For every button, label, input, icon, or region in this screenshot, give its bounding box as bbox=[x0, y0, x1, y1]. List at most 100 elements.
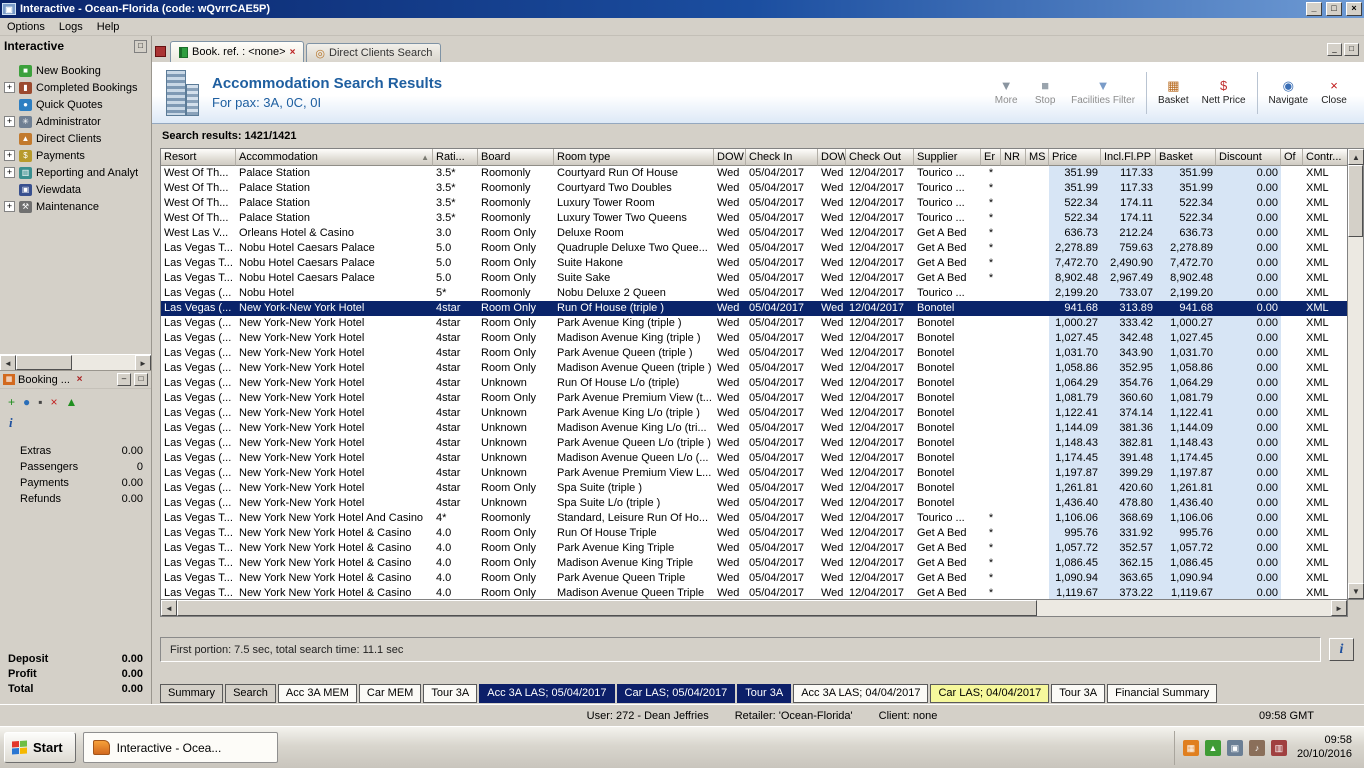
expand-plus-icon[interactable]: + bbox=[4, 82, 15, 93]
bottom-tab-car-las-05-04-2017-6[interactable]: Car LAS; 05/04/2017 bbox=[617, 684, 736, 703]
table-row[interactable]: West Of Th...Palace Station3.5*RoomonlyC… bbox=[161, 181, 1347, 196]
column-header-contr[interactable]: Contr... bbox=[1303, 149, 1348, 166]
table-row-selected[interactable]: Las Vegas (...New York-New York Hotel4st… bbox=[161, 301, 1347, 316]
booking-maximize-button[interactable]: □ bbox=[134, 373, 148, 386]
scrollbar-track[interactable] bbox=[72, 355, 135, 370]
scroll-left-icon[interactable]: ◄ bbox=[0, 355, 16, 371]
column-header-basket[interactable]: Basket bbox=[1156, 149, 1216, 166]
menu-options[interactable]: Options bbox=[0, 19, 52, 35]
scroll-down-icon[interactable]: ▼ bbox=[1348, 583, 1364, 599]
table-row[interactable]: Las Vegas T...Nobu Hotel Caesars Palace5… bbox=[161, 256, 1347, 271]
table-row[interactable]: Las Vegas (...New York-New York Hotel4st… bbox=[161, 436, 1347, 451]
table-row[interactable]: Las Vegas T...New York New York Hotel & … bbox=[161, 571, 1347, 586]
tab-close-icon[interactable]: × bbox=[290, 47, 296, 58]
table-row[interactable]: Las Vegas (...New York-New York Hotel4st… bbox=[161, 316, 1347, 331]
scroll-up-icon[interactable]: ▲ bbox=[1348, 149, 1364, 165]
restore-button[interactable]: □ bbox=[1326, 2, 1342, 16]
sidebar-item-reporting-and-analytics[interactable]: +▥Reporting and Analyt bbox=[0, 164, 151, 181]
table-row[interactable]: Las Vegas (...New York-New York Hotel4st… bbox=[161, 481, 1347, 496]
bottom-tab-tour-3a-10[interactable]: Tour 3A bbox=[1051, 684, 1105, 703]
scroll-right-icon[interactable]: ► bbox=[1331, 600, 1347, 616]
menu-help[interactable]: Help bbox=[90, 19, 127, 35]
bottom-tab-search-1[interactable]: Search bbox=[225, 684, 276, 703]
scrollbar-thumb[interactable] bbox=[16, 355, 72, 370]
vertical-scrollbar[interactable]: ▲ ▼ bbox=[1348, 148, 1364, 600]
tree-horizontal-scrollbar[interactable]: ◄ ► bbox=[0, 354, 151, 370]
scroll-left-icon[interactable]: ◄ bbox=[161, 600, 177, 616]
export-icon[interactable]: ▲ bbox=[66, 396, 78, 408]
tray-volume-icon[interactable]: ♪ bbox=[1249, 740, 1265, 756]
facilities-filter-button[interactable]: ▼Facilities Filter bbox=[1066, 70, 1140, 116]
table-row[interactable]: Las Vegas T...New York New York Hotel An… bbox=[161, 511, 1347, 526]
sidebar-item-administrator[interactable]: +✳Administrator bbox=[0, 113, 151, 130]
tray-display-icon[interactable]: ▣ bbox=[1227, 740, 1243, 756]
vertical-scrollbar-thumb[interactable] bbox=[1348, 165, 1363, 237]
column-header-ms[interactable]: MS bbox=[1026, 149, 1049, 166]
bottom-tab-acc-3a-las-04-04-2017-8[interactable]: Acc 3A LAS; 04/04/2017 bbox=[793, 684, 928, 703]
mdi-minimize-button[interactable]: _ bbox=[1327, 43, 1342, 56]
expand-plus-icon[interactable]: + bbox=[4, 167, 15, 178]
bottom-tab-acc-3a-las-05-04-2017-5[interactable]: Acc 3A LAS; 05/04/2017 bbox=[479, 684, 614, 703]
table-row[interactable]: Las Vegas T...New York New York Hotel & … bbox=[161, 541, 1347, 556]
bottom-tab-financial-summary-11[interactable]: Financial Summary bbox=[1107, 684, 1217, 703]
column-header-nr[interactable]: NR bbox=[1001, 149, 1026, 166]
add-icon[interactable]: + bbox=[8, 396, 15, 408]
more-button[interactable]: ▼More bbox=[988, 70, 1024, 116]
start-button[interactable]: Start bbox=[4, 732, 76, 763]
expand-plus-icon[interactable]: + bbox=[4, 201, 15, 212]
sidebar-item-new-booking[interactable]: ■New Booking bbox=[0, 62, 151, 79]
table-row[interactable]: Las Vegas (...Nobu Hotel5*RoomonlyNobu D… bbox=[161, 286, 1347, 301]
column-header-of[interactable]: Of bbox=[1281, 149, 1303, 166]
tray-app-icon[interactable]: ▦ bbox=[1183, 740, 1199, 756]
column-header-price[interactable]: Price bbox=[1049, 149, 1101, 166]
taskbar-clock[interactable]: 09:58 20/10/2016 bbox=[1293, 734, 1352, 762]
tab-direct-clients-search[interactable]: ◎ Direct Clients Search bbox=[306, 43, 441, 62]
table-row[interactable]: Las Vegas T...New York New York Hotel & … bbox=[161, 526, 1347, 541]
column-header-supplier[interactable]: Supplier bbox=[914, 149, 981, 166]
booking-minimize-button[interactable]: – bbox=[117, 373, 131, 386]
table-row[interactable]: West Of Th...Palace Station3.5*RoomonlyC… bbox=[161, 166, 1347, 181]
column-header-check-out[interactable]: Check Out bbox=[846, 149, 914, 166]
table-row[interactable]: Las Vegas (...New York-New York Hotel4st… bbox=[161, 331, 1347, 346]
sidebar-item-maintenance[interactable]: +⚒Maintenance bbox=[0, 198, 151, 215]
menu-logs[interactable]: Logs bbox=[52, 19, 90, 35]
table-row[interactable]: Las Vegas T...Nobu Hotel Caesars Palace5… bbox=[161, 271, 1347, 286]
sidebar-item-viewdata[interactable]: ▣Viewdata bbox=[0, 181, 151, 198]
bottom-tab-acc-3a-mem-2[interactable]: Acc 3A MEM bbox=[278, 684, 357, 703]
sidebar-item-payments[interactable]: +$Payments bbox=[0, 147, 151, 164]
tab-booking-ref[interactable]: Book. ref. : <none> × bbox=[170, 41, 304, 62]
booking-close-icon[interactable]: × bbox=[73, 373, 86, 386]
column-header-dow[interactable]: DOW bbox=[714, 149, 746, 166]
column-header-discount[interactable]: Discount bbox=[1216, 149, 1281, 166]
column-header-resort[interactable]: Resort bbox=[161, 149, 236, 166]
table-row[interactable]: Las Vegas (...New York-New York Hotel4st… bbox=[161, 466, 1347, 481]
bottom-tab-tour-3a-7[interactable]: Tour 3A bbox=[737, 684, 791, 703]
globe-icon[interactable]: ● bbox=[23, 396, 30, 408]
column-header-accommodation[interactable]: Accommodation▲ bbox=[236, 149, 433, 166]
stop-button[interactable]: ■Stop bbox=[1027, 70, 1063, 116]
booking-info-icon[interactable]: i bbox=[0, 415, 151, 433]
sidebar-item-quick-quotes[interactable]: ●Quick Quotes bbox=[0, 96, 151, 113]
bottom-tab-summary-0[interactable]: Summary bbox=[160, 684, 223, 703]
horizontal-scrollbar-thumb[interactable] bbox=[177, 600, 1037, 616]
scroll-right-icon[interactable]: ► bbox=[135, 355, 151, 371]
table-row[interactable]: West Las V...Orleans Hotel & Casino3.0Ro… bbox=[161, 226, 1347, 241]
table-row[interactable]: West Of Th...Palace Station3.5*RoomonlyL… bbox=[161, 196, 1347, 211]
taskbar-task-button[interactable]: Interactive - Ocea... bbox=[83, 732, 278, 763]
horizontal-scrollbar[interactable]: ◄ ► bbox=[160, 600, 1348, 617]
column-header-check-in[interactable]: Check In bbox=[746, 149, 818, 166]
basket-button[interactable]: ▦Basket bbox=[1153, 70, 1194, 116]
add-passenger-icon[interactable]: ▪ bbox=[38, 396, 42, 408]
table-row[interactable]: Las Vegas T...New York New York Hotel & … bbox=[161, 556, 1347, 571]
tray-chart-icon[interactable]: ▲ bbox=[1205, 740, 1221, 756]
table-row[interactable]: Las Vegas (...New York-New York Hotel4st… bbox=[161, 496, 1347, 511]
column-header-board[interactable]: Board bbox=[478, 149, 554, 166]
mdi-restore-button[interactable]: □ bbox=[1344, 43, 1359, 56]
close-button[interactable]: ×Close bbox=[1316, 70, 1352, 116]
table-row[interactable]: West Of Th...Palace Station3.5*RoomonlyL… bbox=[161, 211, 1347, 226]
tray-network-icon[interactable]: ▥ bbox=[1271, 740, 1287, 756]
table-row[interactable]: Las Vegas T...New York New York Hotel & … bbox=[161, 586, 1347, 600]
bottom-tab-car-las-04-04-2017-9[interactable]: Car LAS; 04/04/2017 bbox=[930, 684, 1049, 703]
bottom-tab-car-mem-3[interactable]: Car MEM bbox=[359, 684, 421, 703]
panel-collapse-button[interactable]: □ bbox=[134, 40, 147, 53]
